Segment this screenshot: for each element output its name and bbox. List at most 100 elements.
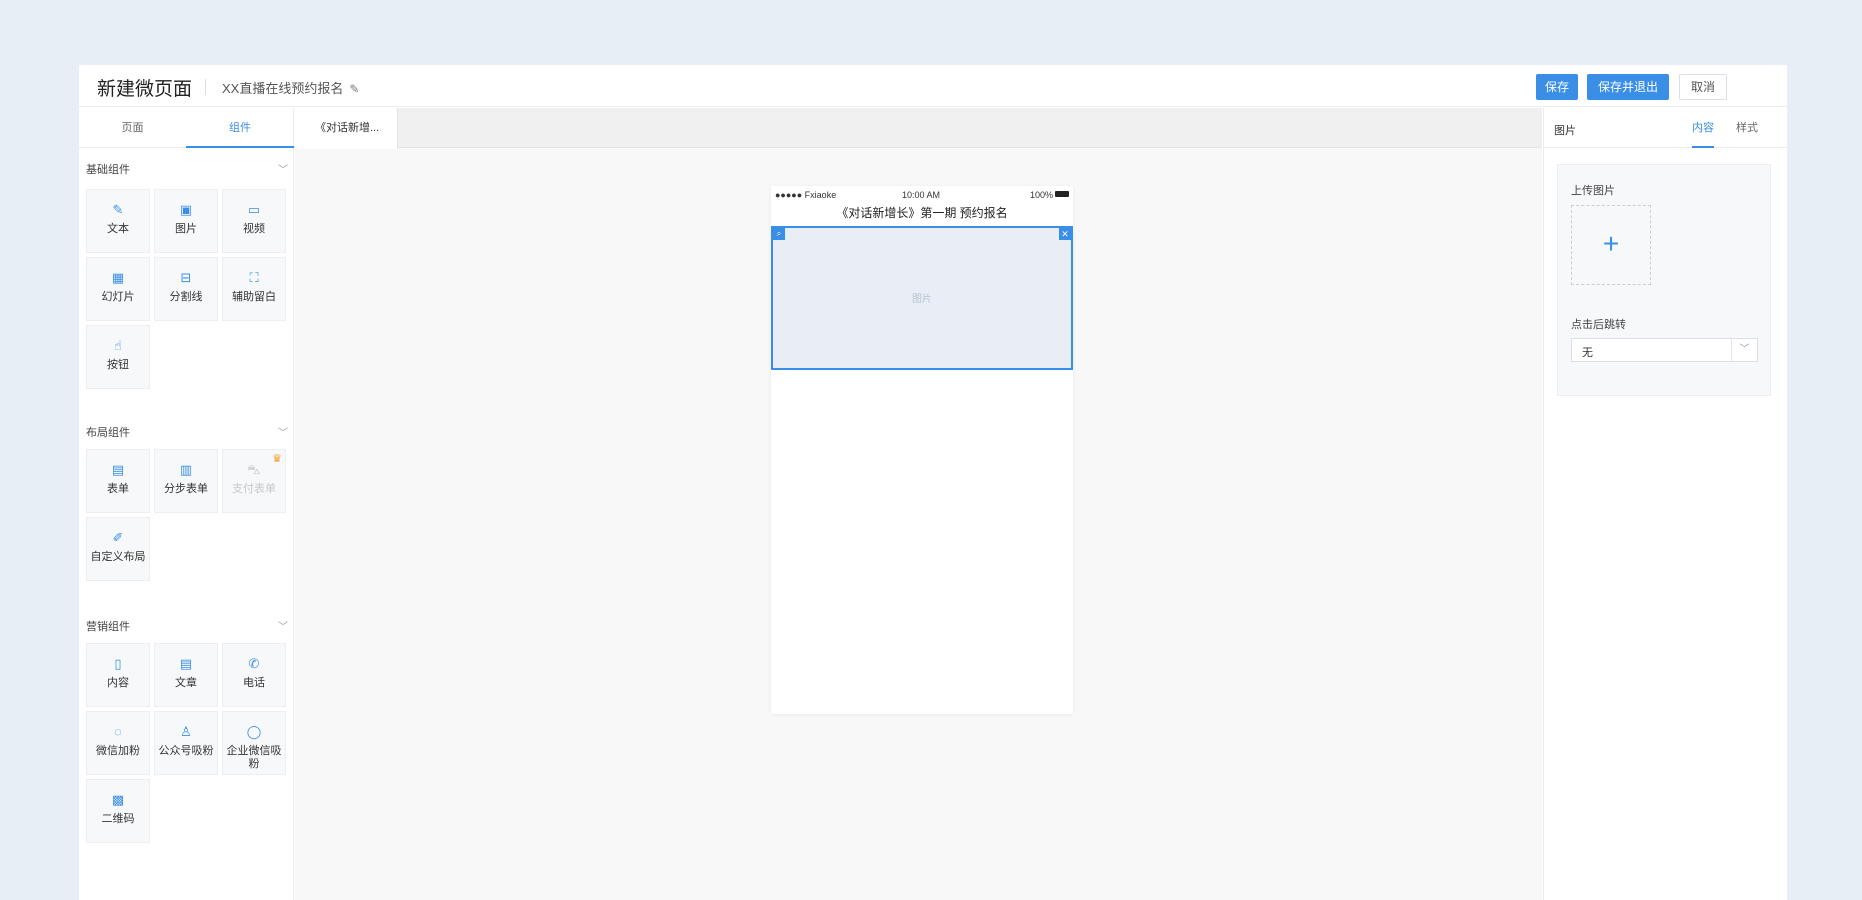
component-label: 内容 [107, 677, 129, 689]
component-wechat-fans[interactable]: ◌ 微信加粉 [86, 711, 150, 775]
component-button[interactable]: ☝ 按钮 [86, 325, 150, 389]
title-divider [205, 79, 206, 95]
component-content[interactable]: ▯ 内容 [86, 643, 150, 707]
component-slideshow[interactable]: ▦ 幻灯片 [86, 257, 150, 321]
image-placeholder-text: 图片 [912, 294, 932, 305]
component-video[interactable]: ▭ 视频 [222, 189, 286, 253]
whitespace-icon: ⛶ [249, 270, 259, 285]
edit-icon: ✎ [112, 202, 124, 217]
component-label: 电话 [243, 677, 265, 689]
tab-style[interactable]: 样式 [1736, 108, 1758, 148]
component-label: 幻灯片 [101, 291, 135, 303]
editor-header: 新建微页面 XX直播在线预约报名 ✎ 保存 保存并退出 取消 [79, 65, 1787, 107]
properties-title: 图片 [1554, 125, 1576, 137]
component-divider[interactable]: ⊟ 分割线 [154, 257, 218, 321]
group-title-layout: 布局组件 [86, 427, 130, 439]
chevron-down-icon[interactable]: ﹀ [278, 618, 288, 633]
component-step-form[interactable]: ▥ 分步表单 [154, 449, 218, 513]
pencil-icon[interactable]: ✎ [349, 82, 359, 96]
component-panel: 页面 组件 基础组件 ﹀ ✎ 文本 ▣ 图片 ▭ 视频 ▦ 幻灯片 ⊟ 分割线 … [79, 108, 294, 900]
page-name-text: XX直播在线预约报名 [222, 81, 344, 96]
save-and-exit-button[interactable]: 保存并退出 [1587, 74, 1669, 100]
selected-image-block[interactable]: ⌕ ✕ 图片 [771, 226, 1073, 370]
component-label: 表单 [107, 483, 129, 495]
component-label: 分步表单 [164, 483, 208, 495]
divider-icon: ⊟ [180, 270, 192, 285]
component-whitespace[interactable]: ⛶ 辅助留白 [222, 257, 286, 321]
battery-icon [1055, 191, 1069, 197]
component-label: 微信加粉 [96, 745, 140, 757]
image-settings-card: 上传图片 + 点击后跳转 无 ﹀ [1557, 164, 1771, 396]
step-form-icon: ▥ [179, 462, 193, 477]
chevron-down-icon[interactable]: ﹀ [278, 424, 288, 439]
tab-components[interactable]: 组件 [186, 108, 294, 148]
component-label: 按钮 [107, 359, 129, 371]
properties-header: 图片 内容 样式 [1544, 108, 1788, 148]
crown-icon: ♛ [272, 453, 282, 465]
document-icon: ▤ [179, 656, 193, 671]
component-qrcode[interactable]: ▩ 二维码 [86, 779, 150, 843]
group-title-marketing: 营销组件 [86, 621, 130, 633]
chat-icon: ◌ [114, 724, 122, 739]
phone-statusbar: ●●●●● Fxiaoke 10:00 AM 100% [771, 186, 1073, 202]
slideshow-icon: ▦ [111, 270, 125, 285]
page-title: 新建微页面 [97, 79, 193, 100]
qrcode-icon: ▩ [111, 792, 125, 807]
book-icon: ▯ [114, 656, 122, 671]
properties-panel: 图片 内容 样式 上传图片 + 点击后跳转 无 ﹀ [1543, 108, 1788, 900]
component-official-account-fans[interactable]: ♙ 公众号吸粉 [154, 711, 218, 775]
component-label: 图片 [175, 223, 197, 235]
search-icon: ⌕ [773, 228, 785, 240]
component-label: 辅助留白 [232, 291, 276, 303]
component-label: 公众号吸粉 [158, 745, 214, 757]
component-label: 自定义布局 [90, 551, 146, 563]
component-payment-form[interactable]: ♛ ⛍ 支付表单 [222, 449, 286, 513]
component-custom-layout[interactable]: ✐ 自定义布局 [86, 517, 150, 581]
phone-icon: ✆ [248, 656, 260, 671]
tab-page[interactable]: 页面 [79, 108, 186, 148]
video-icon: ▭ [247, 202, 261, 217]
component-label: 企业微信吸粉 [226, 745, 282, 770]
carrier-text: ●●●●● Fxiaoke [775, 190, 837, 200]
component-image[interactable]: ▣ 图片 [154, 189, 218, 253]
image-icon: ▣ [179, 202, 193, 217]
jump-label: 点击后跳转 [1571, 319, 1626, 331]
left-tabs: 页面 组件 [79, 108, 294, 148]
component-form[interactable]: ▤ 表单 [86, 449, 150, 513]
upload-image-button[interactable]: + [1571, 205, 1651, 285]
clock-text: 10:00 AM [902, 190, 941, 200]
component-phone[interactable]: ✆ 电话 [222, 643, 286, 707]
cancel-button[interactable]: 取消 [1679, 74, 1727, 100]
component-enterprise-wechat-fans[interactable]: ◯ 企业微信吸粉 [222, 711, 286, 775]
form-icon: ▤ [111, 462, 125, 477]
component-label: 支付表单 [232, 483, 276, 495]
pen-icon: ✐ [112, 530, 124, 545]
component-label: 视频 [243, 223, 265, 235]
jump-select[interactable]: 无 ﹀ [1571, 338, 1758, 362]
battery-text: 100% [1029, 190, 1053, 200]
save-button[interactable]: 保存 [1536, 74, 1578, 100]
chat-bubble-icon: ◯ [246, 724, 262, 739]
jump-select-value: 无 [1582, 347, 1593, 359]
component-label: 分割线 [169, 291, 203, 303]
tab-content[interactable]: 内容 [1692, 108, 1714, 148]
page-tabs: 《对话新增... [295, 108, 1542, 149]
editor-canvas: 《对话新增... ●●●●● Fxiaoke 10:00 AM 100% 《对话… [295, 108, 1542, 900]
close-icon[interactable]: ✕ [1059, 228, 1071, 240]
chevron-down-icon[interactable]: ﹀ [278, 161, 288, 176]
plus-icon: + [1602, 228, 1620, 259]
user-icon: ♙ [180, 724, 192, 739]
page-name[interactable]: XX直播在线预约报名 ✎ [222, 78, 359, 97]
pointer-icon: ☝ [114, 338, 122, 353]
upload-label: 上传图片 [1571, 185, 1615, 197]
phone-page-title: 《对话新增长》第一期 预约报名 [836, 206, 1008, 220]
page-tab-current[interactable]: 《对话新增... [295, 108, 398, 149]
chevron-down-icon: ﹀ [1731, 339, 1757, 361]
component-label: 二维码 [101, 813, 135, 825]
component-article[interactable]: ▤ 文章 [154, 643, 218, 707]
component-label: 文本 [107, 223, 129, 235]
group-title-basic: 基础组件 [86, 164, 130, 176]
component-text[interactable]: ✎ 文本 [86, 189, 150, 253]
component-label: 文章 [175, 677, 197, 689]
page-editor: 新建微页面 XX直播在线预约报名 ✎ 保存 保存并退出 取消 页面 组件 基础组件… [79, 65, 1788, 900]
